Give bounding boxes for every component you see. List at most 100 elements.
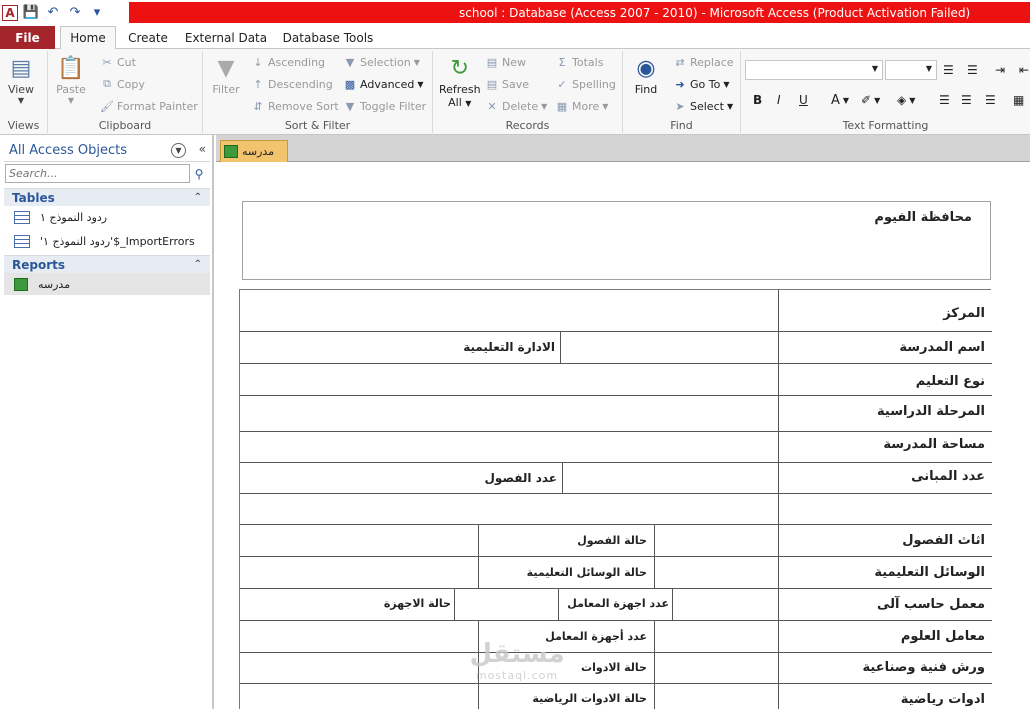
filter-button[interactable]: ▼ Filter (211, 53, 241, 97)
spelling-button[interactable]: ✓ Spelling (555, 77, 615, 91)
shutter-bar-icon[interactable]: « (199, 142, 206, 156)
nav-item-report[interactable]: مدرسه (4, 273, 210, 295)
numbering-icon: ☰ (967, 63, 978, 77)
chevron-down-icon: ▼ (67, 96, 75, 105)
nav-item-label: 'ردود النموذج ١'$_ImportErrors (40, 234, 195, 248)
group-sort-filter: ▼ Filter ↓ Ascending ↑ Descending ⇵ Remove … (203, 51, 433, 133)
paste-button[interactable]: 📋 Paste ▼ (56, 53, 86, 106)
save-icon[interactable]: 💾 (22, 4, 40, 22)
refresh-all-button[interactable]: ↻ Refresh All ▼ (439, 53, 481, 110)
align-center-button[interactable]: ☰ (961, 93, 972, 107)
chevron-down-icon: ▼ (842, 96, 850, 105)
totals-button[interactable]: Σ Totals (555, 55, 604, 69)
bold-button[interactable]: B (753, 93, 762, 107)
toggle-filter-button[interactable]: ▼ Toggle Filter (343, 99, 426, 113)
descending-label: Descending (268, 77, 333, 91)
field-label: اثاث الفصول (902, 533, 985, 548)
field-label: ورش فنية وصناعية (862, 660, 985, 675)
gridlines-button[interactable]: ▦ (1013, 93, 1024, 107)
redo-icon[interactable]: ↷ (66, 4, 84, 22)
navigation-pane: All Access Objects ▼ « ⚲ Tables ⌃ ردود ا… (0, 135, 214, 709)
chevron-down-icon: ▼ (541, 101, 548, 111)
column-divider (778, 290, 779, 709)
paste-icon: 📋 (57, 55, 85, 81)
cursor-icon: ➤ (675, 99, 685, 113)
replace-label: Replace (690, 55, 734, 69)
nav-section-tables[interactable]: Tables ⌃ (4, 188, 210, 206)
goto-label: Go To (690, 77, 721, 91)
group-records: ↻ Refresh All ▼ ▤ New ▤ Save ✕ Delete ▼ Σ Tot… (433, 51, 623, 133)
new-record-button[interactable]: ▤ New (485, 55, 526, 69)
customize-qat-icon[interactable]: ▾ (88, 4, 106, 22)
highlight-button[interactable]: ✐ ▼ (861, 93, 880, 107)
advanced-button[interactable]: ▩ Advanced ▼ (343, 77, 424, 91)
copy-button[interactable]: ⧉ Copy (100, 77, 145, 91)
fill-color-button[interactable]: ◈ ▼ (897, 93, 915, 107)
goto-button[interactable]: ➜ Go To ▼ (673, 77, 730, 91)
selection-button[interactable]: ▼ Selection ▼ (343, 55, 420, 69)
align-left-icon: ☰ (939, 93, 950, 107)
document-tab[interactable]: مدرسه (220, 140, 288, 162)
select-button[interactable]: ➤ Select ▼ (673, 99, 733, 113)
outdent-button[interactable]: ⇤ (1019, 63, 1029, 77)
find-button[interactable]: ◉ Find (631, 53, 661, 97)
descending-button[interactable]: ↑ Descending (251, 77, 333, 91)
advanced-label: Advanced (360, 77, 415, 91)
nav-section-reports[interactable]: Reports ⌃ (4, 255, 210, 273)
indent-button[interactable]: ⇥ (995, 63, 1005, 77)
align-left-button[interactable]: ☰ (939, 93, 950, 107)
bullets-button[interactable]: ☰ (943, 63, 954, 77)
nav-menu-icon[interactable]: ▼ (171, 143, 186, 158)
report-grid: المركز اسم المدرسة نوع التعليم المرحلة ا… (239, 289, 992, 709)
arrow-right-icon: ➜ (675, 77, 685, 91)
tab-external-data[interactable]: External Data (184, 26, 268, 49)
undo-icon[interactable]: ↶ (44, 4, 62, 22)
row-divider (240, 620, 992, 621)
field-label: ادوات رياضية (900, 692, 985, 707)
chevron-down-icon: ▼ (17, 96, 25, 105)
tab-file[interactable]: File (0, 26, 55, 49)
font-size-select[interactable]: ▼ (885, 60, 937, 80)
group-label-clipboard: Clipboard (98, 119, 152, 132)
spelling-icon: ✓ (557, 77, 567, 91)
replace-button[interactable]: ⇄ Replace (673, 55, 734, 69)
group-views: ▤ View ▼ Views (0, 51, 48, 133)
nav-search-input[interactable] (5, 164, 190, 183)
more-button[interactable]: ▦ More ▼ (555, 99, 609, 113)
sort-ascending-icon: ↓ (253, 55, 263, 69)
field-label: معامل العلوم (900, 629, 985, 644)
numbering-button[interactable]: ☰ (967, 63, 978, 77)
access-app-icon[interactable]: A (2, 4, 18, 21)
document-area: مدرسه محافظة الفيوم المركز اسم المدرسة ن… (216, 135, 1030, 709)
nav-pane-header[interactable]: All Access Objects ▼ « (4, 140, 210, 162)
underline-button[interactable]: U (799, 93, 808, 107)
nav-section-label: Reports (12, 257, 66, 272)
font-color-button[interactable]: A ▼ (831, 93, 849, 108)
nav-item-table[interactable]: 'ردود النموذج ١'$_ImportErrors (14, 230, 195, 252)
tab-home[interactable]: Home (60, 26, 116, 50)
tab-create[interactable]: Create (122, 26, 174, 49)
italic-button[interactable]: I (777, 93, 781, 107)
chevron-down-icon: ▼ (723, 79, 730, 89)
cut-button[interactable]: ✂ Cut (100, 55, 136, 69)
row-divider (240, 431, 992, 432)
save-record-button[interactable]: ▤ Save (485, 77, 529, 91)
totals-label: Totals (572, 55, 604, 69)
group-text-formatting: ▼ ▼ ☰ ☰ ⇥ ⇤ B I U A ▼ ✐ ▼ ◈ ▼ ☰ ☰ ☰ ▦ Text … (741, 51, 1030, 133)
remove-sort-button[interactable]: ⇵ Remove Sort (251, 99, 338, 113)
view-button[interactable]: ▤ View ▼ (6, 53, 36, 106)
format-painter-label: Format Painter (117, 99, 198, 113)
cell-divider (562, 462, 563, 493)
ascending-button[interactable]: ↓ Ascending (251, 55, 325, 69)
search-icon[interactable]: ⚲ (191, 165, 207, 182)
field-label: معمل حاسب آلى (876, 597, 985, 612)
align-right-button[interactable]: ☰ (985, 93, 996, 107)
nav-item-table[interactable]: ردود النموذج ١ (14, 206, 107, 228)
delete-record-button[interactable]: ✕ Delete ▼ (485, 99, 547, 113)
field-caption: حالة الاجهزة (383, 597, 451, 610)
paint-bucket-icon: ◈ (897, 93, 907, 107)
font-name-select[interactable]: ▼ (745, 60, 883, 80)
report-title: محافظة الفيوم (874, 210, 972, 225)
format-painter-button[interactable]: 🖌 Format Painter (100, 99, 198, 113)
tab-database-tools[interactable]: Database Tools (280, 26, 376, 49)
